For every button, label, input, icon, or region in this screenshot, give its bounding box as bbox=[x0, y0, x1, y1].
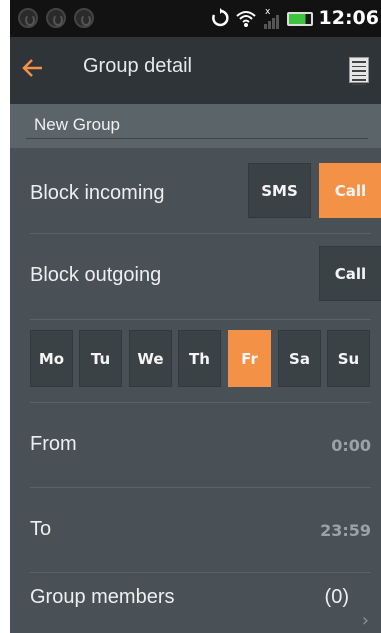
block-incoming-label: Block incoming bbox=[30, 182, 165, 204]
notification-icon bbox=[18, 8, 38, 28]
to-row[interactable]: To 23:59 bbox=[30, 488, 371, 573]
block-incoming-row: Block incoming SMS Call bbox=[30, 148, 381, 234]
signal-icon: x bbox=[263, 7, 279, 29]
sync-icon bbox=[211, 8, 229, 27]
svg-text:x: x bbox=[265, 7, 271, 17]
group-members-row[interactable]: Group members (0) › bbox=[30, 573, 371, 633]
day-we-button[interactable]: We bbox=[129, 330, 172, 387]
notification-icon bbox=[74, 8, 94, 28]
to-time-value: 23:59 bbox=[320, 521, 371, 540]
block-outgoing-call-button[interactable]: Call bbox=[319, 246, 381, 301]
block-incoming-sms-button[interactable]: SMS bbox=[248, 163, 311, 218]
app-screen: x 12:06 Group detail Block incoming SMS … bbox=[10, 0, 381, 633]
block-incoming-call-button[interactable]: Call bbox=[319, 163, 381, 218]
block-outgoing-label: Block outgoing bbox=[30, 264, 162, 286]
action-bar: Group detail bbox=[10, 37, 381, 104]
chevron-right-icon: › bbox=[361, 610, 369, 631]
status-bar: x 12:06 bbox=[10, 0, 381, 37]
notification-dots bbox=[18, 8, 94, 28]
day-sa-button[interactable]: Sa bbox=[278, 330, 321, 387]
page-title: Group detail bbox=[83, 55, 192, 77]
group-members-count: (0) bbox=[324, 586, 349, 608]
weekday-selector: Mo Tu We Th Fr Sa Su bbox=[30, 330, 381, 390]
day-fr-button[interactable]: Fr bbox=[228, 330, 271, 387]
day-th-button[interactable]: Th bbox=[178, 330, 221, 387]
day-mo-button[interactable]: Mo bbox=[30, 330, 73, 387]
from-label: From bbox=[30, 433, 77, 455]
from-row[interactable]: From 0:00 bbox=[30, 403, 371, 488]
group-name-input[interactable] bbox=[26, 111, 368, 139]
group-members-label: Group members bbox=[30, 586, 175, 608]
day-su-button[interactable]: Su bbox=[327, 330, 370, 387]
group-name-bar bbox=[10, 104, 381, 148]
wifi-icon bbox=[235, 11, 256, 27]
notification-icon bbox=[46, 8, 66, 28]
clock: 12:06 bbox=[318, 7, 379, 29]
battery-icon bbox=[286, 12, 313, 26]
menu-icon[interactable] bbox=[349, 57, 369, 85]
block-outgoing-row: Block outgoing Call bbox=[30, 234, 381, 320]
back-arrow-icon[interactable] bbox=[18, 53, 48, 83]
status-icons: x 12:06 bbox=[211, 5, 379, 31]
day-tu-button[interactable]: Tu bbox=[79, 330, 122, 387]
from-time-value: 0:00 bbox=[331, 436, 371, 455]
to-label: To bbox=[30, 518, 52, 540]
